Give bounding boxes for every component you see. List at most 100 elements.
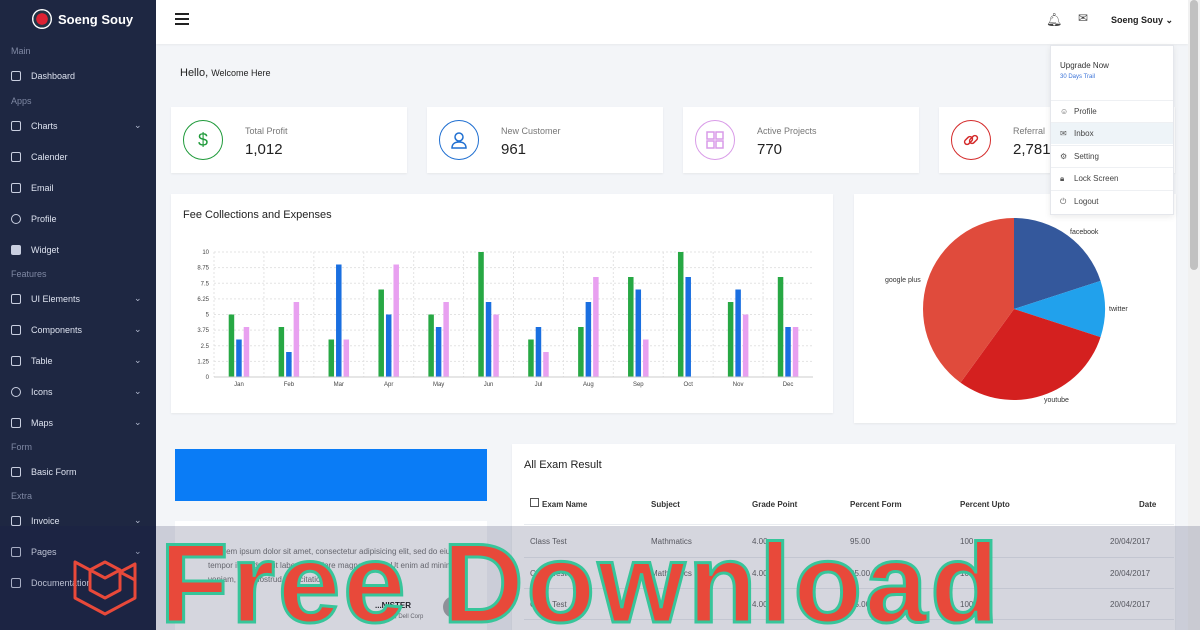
sidebar-item-label: Invoice: [31, 515, 60, 526]
stat-label: Total Profit: [245, 126, 288, 136]
pie-chart-card: facebook twitter youtube google plus: [854, 194, 1176, 423]
section-extra: Extra: [11, 491, 33, 501]
x-tick-label: May: [433, 382, 444, 388]
brand-name: Soeng Souy: [58, 11, 134, 27]
sidebar-item-table[interactable]: Table ⌄: [0, 351, 156, 370]
bar: [785, 327, 791, 377]
mail-icon: ✉: [1060, 129, 1067, 138]
y-tick-label: 6.25: [197, 297, 209, 303]
bell-icon[interactable]: 🔔︎: [1046, 12, 1063, 28]
pie-label: twitter: [1109, 306, 1128, 313]
column-header[interactable]: Grade Point: [752, 500, 797, 509]
brand-logo-icon: [32, 9, 52, 29]
stat-value: 1,012: [245, 141, 283, 158]
sidebar-item-label: Email: [31, 182, 54, 193]
dropdown-label: Inbox: [1074, 129, 1094, 138]
sidebar-item-widget[interactable]: Widget: [0, 240, 156, 259]
bar: [792, 327, 799, 377]
dropdown-logout[interactable]: ⏻ Logout: [1051, 190, 1173, 212]
bar: [735, 289, 741, 377]
x-tick-label: Nov: [733, 382, 744, 388]
chevron-down-icon: ⌄: [134, 515, 142, 525]
components-icon: [11, 324, 21, 335]
bar: [236, 339, 242, 377]
x-tick-label: Mar: [334, 382, 344, 388]
section-main: Main: [11, 46, 31, 56]
sidebar-item-ui-elements[interactable]: UI Elements ⌄: [0, 289, 156, 308]
user-menu[interactable]: Soeng Souy ⌄: [1111, 15, 1173, 26]
brand[interactable]: Soeng Souy: [0, 0, 156, 38]
column-header[interactable]: Exam Name: [542, 500, 587, 509]
x-tick-label: Jan: [234, 382, 244, 388]
chevron-down-icon: ⌄: [134, 355, 142, 365]
sidebar-item-maps[interactable]: Maps ⌄: [0, 413, 156, 432]
ui-icon: [11, 293, 21, 304]
pie-chart: facebook twitter youtube google plus: [885, 218, 1128, 404]
dropdown-inbox[interactable]: ✉ Inbox: [1051, 122, 1173, 144]
map-icon: [11, 417, 21, 428]
column-header[interactable]: Percent Upto: [960, 500, 1010, 509]
laravel-logo-icon: [73, 560, 137, 616]
topbar: 🔔︎ ✉ Soeng Souy ⌄: [156, 0, 1188, 44]
bar: [478, 252, 484, 377]
sidebar-item-email[interactable]: Email: [0, 178, 156, 197]
x-tick-label: Aug: [583, 382, 594, 388]
bar: [543, 352, 549, 377]
y-tick-label: 0: [206, 375, 210, 381]
column-header[interactable]: Date: [1139, 500, 1156, 509]
y-tick-label: 8.75: [197, 266, 209, 272]
x-tick-label: Apr: [384, 382, 393, 388]
sidebar-item-icons[interactable]: Icons ⌄: [0, 382, 156, 401]
scrollbar-thumb[interactable]: [1190, 0, 1198, 270]
greeting-hello: Hello,: [180, 67, 209, 79]
column-header[interactable]: Subject: [651, 500, 680, 509]
sidebar-item-calender[interactable]: Calender: [0, 147, 156, 166]
sidebar-item-label: Dashboard: [31, 70, 76, 81]
bar: [535, 327, 542, 377]
sidebar-item-label: Charts: [31, 120, 58, 131]
column-header[interactable]: Percent Form: [850, 500, 902, 509]
bar: [293, 302, 300, 377]
bar: [727, 302, 734, 377]
select-all-checkbox[interactable]: [530, 498, 539, 507]
bar: [528, 339, 534, 377]
mail-icon[interactable]: ✉: [1078, 11, 1088, 25]
dollar-icon: $: [183, 120, 223, 160]
bar: [428, 314, 434, 377]
user-icon: [439, 120, 479, 160]
dropdown-profile[interactable]: ☺ Profile: [1051, 100, 1173, 122]
bar: [493, 314, 499, 377]
user-icon: [11, 213, 21, 224]
dropdown-setting[interactable]: ⚙ Setting: [1051, 145, 1173, 167]
sidebar-item-components[interactable]: Components ⌄: [0, 320, 156, 339]
y-tick-label: 5: [206, 313, 210, 319]
menu-toggle-icon[interactable]: [175, 13, 189, 25]
bar: [685, 277, 691, 377]
sidebar-item-dashboard[interactable]: Dashboard: [0, 66, 156, 85]
upgrade-now-label[interactable]: Upgrade Now: [1060, 61, 1109, 70]
sidebar-item-charts[interactable]: Charts ⌄: [0, 116, 156, 135]
free-download-banner[interactable]: Free Download: [159, 526, 1002, 630]
sidebar-item-label: Components: [31, 324, 83, 335]
chevron-down-icon: ⌄: [134, 386, 142, 396]
bar: [593, 277, 599, 377]
bar: [443, 302, 449, 377]
table-title: All Exam Result: [524, 459, 602, 471]
bar: [378, 289, 384, 377]
bar: [393, 264, 399, 377]
stat-card-projects[interactable]: Active Projects 770: [683, 107, 919, 173]
bar-chart: 0 1.25 2.5 3.75 5 6.25 7.5 8.75 10 Jan Feb Mar Apr Ma…: [197, 250, 813, 388]
dropdown-lock-screen[interactable]: 🔒︎ Lock Screen: [1051, 167, 1173, 189]
user-dropdown: Upgrade Now 30 Days Trail ☺ Profile ✉ Inbo…: [1050, 45, 1174, 215]
sidebar-item-label: Basic Form: [31, 466, 77, 477]
dropdown-label: Lock Screen: [1074, 174, 1119, 183]
sidebar-item-basic-form[interactable]: Basic Form: [0, 462, 156, 481]
stat-card-customer[interactable]: New Customer 961: [427, 107, 663, 173]
pie-label: google plus: [885, 277, 921, 284]
stat-card-profit[interactable]: $ Total Profit 1,012: [171, 107, 407, 173]
sidebar-item-profile[interactable]: Profile: [0, 209, 156, 228]
bar-chart-card: Fee Collections and Expenses 0 1.25 2.5 3.7…: [171, 194, 833, 413]
invoice-icon: [11, 515, 21, 526]
sidebar-item-label: UI Elements: [31, 293, 81, 304]
dropdown-label: Logout: [1074, 197, 1099, 206]
